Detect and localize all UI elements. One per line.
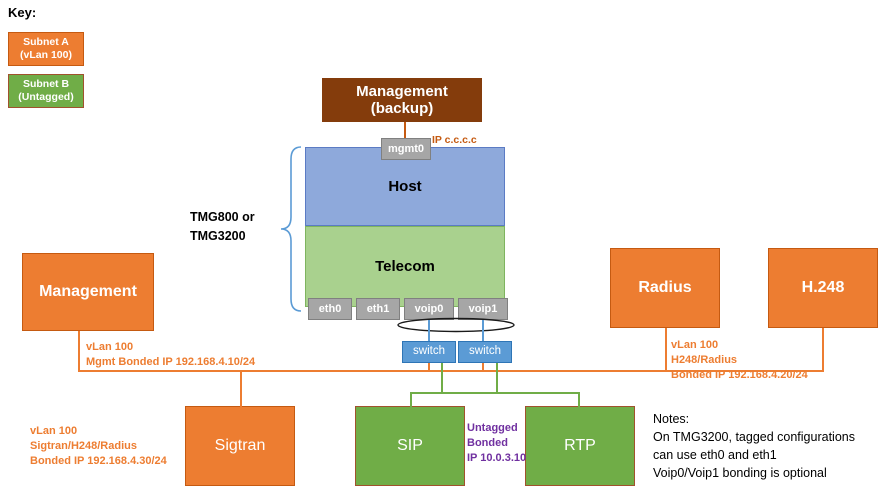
- annotation-right-subnet: vLan 100 H248/Radius Bonded IP 192.168.4.2…: [671, 338, 808, 383]
- network-diagram-canvas: Key: Subnet A (vLan 100) Subnet B (Untag…: [0, 0, 883, 500]
- connector-switch-right-to-vlan100-bus: [482, 363, 484, 371]
- connector-switch-left-to-vlan100-bus: [428, 363, 430, 371]
- connector-voip1-to-switch-right: [482, 320, 484, 342]
- key-swatch-subnet-b-name: Subnet B: [22, 77, 70, 90]
- interface-mgmt0: mgmt0: [381, 138, 431, 160]
- switch-left: switch: [402, 341, 456, 363]
- annotation-untagged-line1: Untagged: [467, 422, 518, 434]
- connector-voip0-to-switch-left: [428, 320, 430, 342]
- key-swatch-subnet-b: Subnet B (Untagged): [8, 74, 84, 108]
- annotation-sigtran-subnet: vLan 100 Sigtran/H248/Radius Bonded IP 192…: [30, 424, 167, 469]
- connector-bus-to-sigtran: [240, 370, 242, 407]
- interface-eth0: eth0: [308, 298, 352, 320]
- annotation-right-subnet-line2: H248/Radius: [671, 353, 738, 366]
- notes-block: Notes: On TMG3200, tagged configurations c…: [653, 410, 855, 483]
- annotation-mgmt-subnet-line1: vLan 100: [86, 341, 134, 353]
- annotation-sigtran-subnet-line1: vLan 100: [30, 425, 78, 437]
- notes-line1: On TMG3200, tagged configurations: [653, 430, 855, 445]
- node-management-backup-line1: Management: [356, 82, 448, 100]
- chassis-label: TMG800 or TMG3200: [190, 208, 255, 246]
- node-sip: SIP: [355, 406, 465, 486]
- key-title: Key:: [8, 5, 37, 20]
- annotation-untagged-bonded: Untagged Bonded IP 10.0.3.10: [467, 421, 526, 466]
- switch-right: switch: [458, 341, 512, 363]
- node-management-backup-line2: (backup): [370, 100, 434, 117]
- annotation-untagged-line2: Bonded: [467, 436, 508, 449]
- chassis-label-line2: TMG3200: [190, 228, 246, 243]
- key-swatch-subnet-b-detail: (Untagged): [18, 91, 74, 103]
- connector-h248-to-vlan100-bus: [822, 328, 824, 371]
- node-rtp: RTP: [525, 406, 635, 486]
- annotation-right-subnet-line1: vLan 100: [671, 339, 719, 351]
- key-swatch-subnet-a-name: Subnet A: [23, 35, 69, 48]
- node-telecom: Telecom: [305, 226, 505, 307]
- node-management: Management: [22, 253, 154, 331]
- annotation-sigtran-subnet-line3: Bonded IP 192.168.4.30/24: [30, 454, 167, 467]
- untagged-bus: [410, 392, 580, 394]
- notes-heading: Notes:: [653, 412, 690, 426]
- connector-radius-to-vlan100-bus: [665, 328, 667, 371]
- node-radius: Radius: [610, 248, 720, 328]
- chassis-brace: [280, 146, 302, 312]
- annotation-mgmt0-ip: IP c.c.c.c: [432, 134, 477, 146]
- annotation-sigtran-subnet-line2: Sigtran/H248/Radius: [30, 439, 137, 452]
- annotation-mgmt-subnet-line2: Mgmt Bonded IP 192.168.4.10/24: [86, 355, 256, 368]
- chassis-label-line1: TMG800 or: [190, 210, 255, 224]
- node-sigtran: Sigtran: [185, 406, 295, 486]
- node-management-backup: Management (backup): [322, 78, 482, 122]
- annotation-untagged-line3: IP 10.0.3.10: [467, 451, 527, 464]
- connector-management-drop: [78, 331, 80, 371]
- voip-bonding-ellipse: [397, 317, 515, 333]
- notes-line2: can use eth0 and eth1: [653, 448, 777, 463]
- connector-bus-to-rtp: [578, 392, 580, 407]
- connector-switch-left-to-untagged-bus: [441, 363, 443, 393]
- annotation-right-subnet-line3: Bonded IP 192.168.4.20/24: [671, 368, 808, 381]
- notes-line3: Voip0/Voip1 bonding is optional: [653, 466, 827, 481]
- node-h248: H.248: [768, 248, 878, 328]
- annotation-mgmt-subnet: vLan 100 Mgmt Bonded IP 192.168.4.10/24: [86, 340, 255, 370]
- connector-switch-right-to-untagged-bus: [496, 363, 498, 393]
- key-swatch-subnet-a-detail: (vLan 100): [20, 49, 72, 61]
- interface-eth1: eth1: [356, 298, 400, 320]
- connector-bus-to-sip: [410, 392, 412, 407]
- key-swatch-subnet-a: Subnet A (vLan 100): [8, 32, 84, 66]
